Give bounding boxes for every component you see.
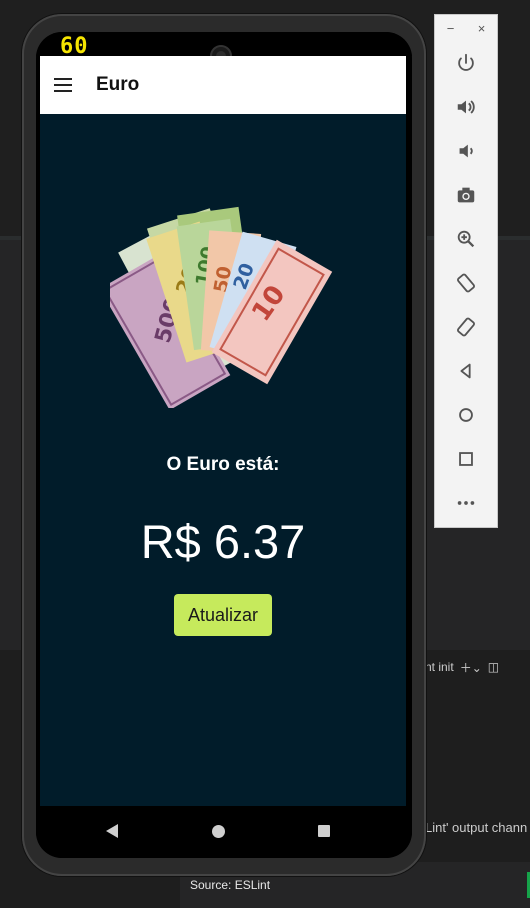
rotate-left-icon[interactable] (435, 261, 497, 305)
volume-down-icon[interactable] (435, 129, 497, 173)
emulator-window-controls: − × (435, 15, 497, 41)
home-circle-icon[interactable] (212, 825, 225, 838)
minimize-icon[interactable]: − (447, 21, 455, 36)
euro-price: R$ 6.37 (140, 515, 306, 568)
rotate-right-icon[interactable] (435, 305, 497, 349)
ide-terminal-bar: nt init ＋⌄ ◫ (425, 655, 530, 679)
euro-label: O Euro está: (166, 454, 280, 475)
recents-square-icon[interactable] (318, 825, 330, 837)
camera-icon[interactable] (435, 173, 497, 217)
more-icon[interactable] (435, 481, 497, 525)
phone-frame: 60 Euro 500 200 100 50 (22, 14, 426, 876)
phone-screen: 60 Euro 500 200 100 50 (36, 32, 412, 858)
ide-output-text: Lint' output chann (425, 820, 528, 835)
navigation-bar (36, 806, 412, 858)
update-button[interactable]: Atualizar (174, 594, 272, 636)
close-icon[interactable]: × (478, 21, 486, 36)
main-content: 500 200 100 50 20 10 O Euro está: R$ 6.3… (40, 114, 406, 806)
app-bar: Euro (40, 56, 406, 114)
power-icon[interactable] (435, 41, 497, 85)
overview-icon[interactable] (435, 437, 497, 481)
hamburger-menu-icon[interactable] (54, 78, 74, 92)
euro-banknotes-image: 500 200 100 50 20 10 (110, 206, 333, 408)
add-terminal-icon[interactable]: ＋⌄ (460, 659, 482, 676)
zoom-icon[interactable] (435, 217, 497, 261)
back-triangle-icon[interactable] (106, 824, 118, 838)
back-icon[interactable] (435, 349, 497, 393)
ide-source-text: Source: ESLint (190, 878, 271, 892)
split-terminal-icon[interactable]: ◫ (488, 660, 499, 674)
volume-up-icon[interactable] (435, 85, 497, 129)
home-icon[interactable] (435, 393, 497, 437)
emulator-toolbar: − × (434, 14, 498, 528)
app-title: Euro (96, 74, 140, 95)
ide-terminal-label: nt init (425, 660, 454, 674)
